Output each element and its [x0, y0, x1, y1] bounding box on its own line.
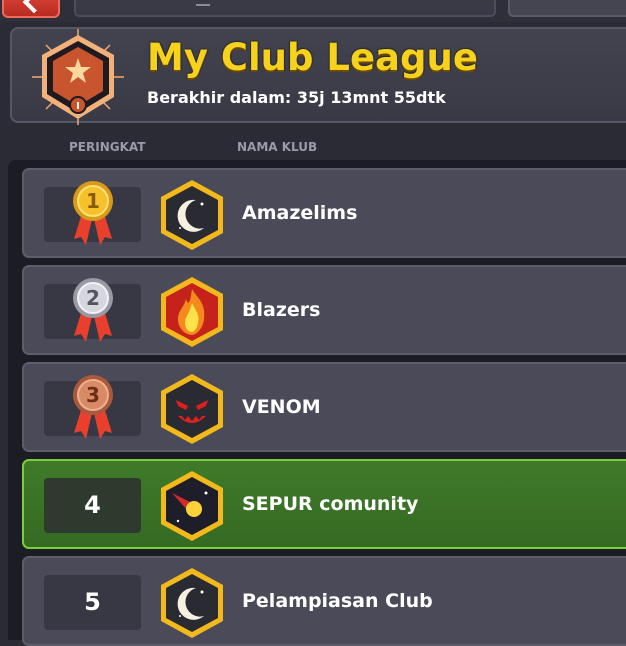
- rank-cell: 4: [44, 478, 141, 533]
- club-name: Pelampiasan Club: [242, 590, 433, 612]
- club-name: Amazelims: [242, 202, 358, 224]
- club-column-header: NAMA KLUB: [237, 140, 318, 154]
- moon-emblem-icon: [161, 568, 223, 638]
- back-button[interactable]: [2, 0, 60, 18]
- table-row[interactable]: 2 Blazers: [22, 265, 626, 355]
- rank-number: 5: [84, 588, 101, 616]
- medal-rank: 1: [86, 189, 100, 213]
- top-right-button[interactable]: [508, 0, 626, 17]
- bronze-league-badge-icon: I: [32, 29, 124, 125]
- club-name: Blazers: [242, 299, 321, 321]
- top-field[interactable]: [74, 0, 496, 17]
- top-bar: [0, 0, 626, 22]
- rank-cell: 5: [44, 575, 141, 630]
- bronze-medal-icon: 3: [73, 375, 113, 439]
- countdown-text: Berakhir dalam: 35j 13mnt 55dtk: [147, 88, 446, 107]
- club-name: SEPUR comunity: [242, 493, 419, 515]
- table-row[interactable]: 1 Amazelims: [22, 168, 626, 258]
- rank-number: 4: [84, 491, 101, 519]
- comet-emblem-icon: [161, 471, 223, 541]
- moon-emblem-icon: [161, 180, 223, 250]
- rank-cell: 2: [44, 278, 141, 342]
- flame-emblem-icon: [161, 277, 223, 347]
- table-row-own-club[interactable]: 4 SEPUR comunity: [22, 459, 626, 549]
- table-row[interactable]: 3 VENOM: [22, 362, 626, 452]
- table-row[interactable]: 5 Pelampiasan Club: [22, 556, 626, 646]
- club-name: VENOM: [242, 396, 321, 418]
- rank-column-header: PERINGKAT: [69, 140, 146, 154]
- medal-rank: 2: [86, 286, 100, 310]
- league-tier-numeral: I: [76, 101, 80, 112]
- back-arrow-icon: [22, 0, 46, 14]
- demon-face-emblem-icon: [161, 374, 223, 444]
- silver-medal-icon: 2: [73, 278, 113, 342]
- rank-cell: 3: [44, 375, 141, 439]
- page-title: My Club League: [147, 36, 478, 79]
- field-glyph-icon: [196, 0, 210, 6]
- rank-cell: 1: [44, 181, 141, 245]
- medal-rank: 3: [86, 383, 100, 407]
- gold-medal-icon: 1: [73, 181, 113, 245]
